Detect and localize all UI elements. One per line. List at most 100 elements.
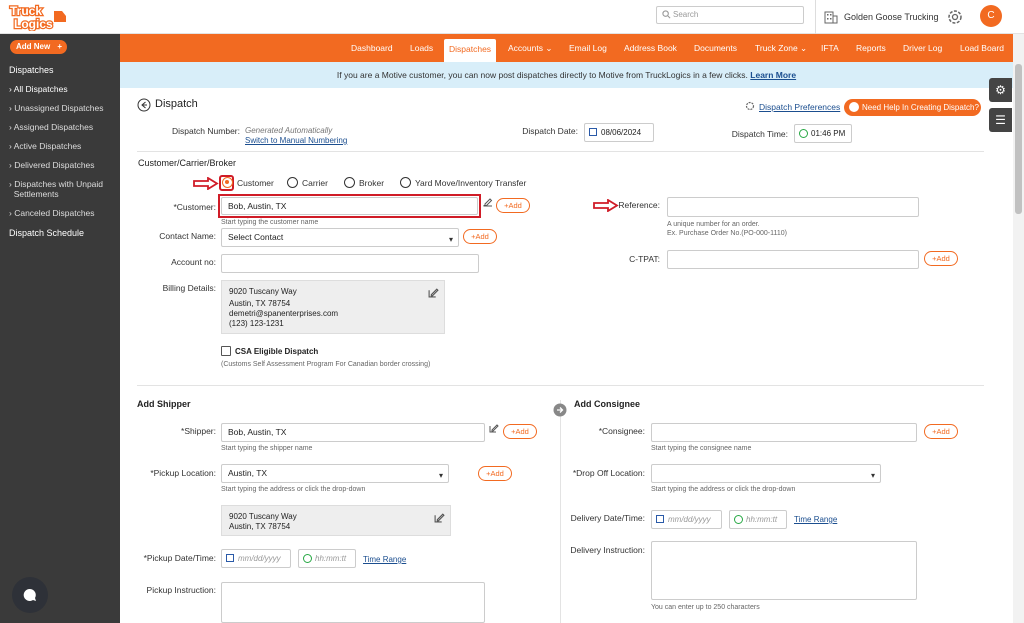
sidebar-item-delivered[interactable]: › Delivered Dispatches [9, 160, 95, 170]
csa-checkbox[interactable] [221, 346, 231, 356]
dispatch-number-label: Dispatch Number: [171, 126, 240, 136]
nav-truck-zone[interactable]: Truck Zone ⌄ [755, 34, 807, 62]
trucklogics-logo[interactable]: Truck Truck Logics Logics [8, 3, 70, 31]
edit-icon[interactable] [483, 197, 493, 207]
dispatch-preferences-link[interactable]: Dispatch Preferences [759, 102, 840, 112]
sidebar-item-dispatch-schedule[interactable]: Dispatch Schedule [9, 228, 84, 238]
radio-carrier[interactable]: Carrier [287, 177, 328, 188]
svg-text:Truck: Truck [10, 4, 42, 18]
radio-label: Broker [359, 177, 385, 188]
add-shipper-title: Add Shipper [137, 399, 191, 409]
nav-driver-log[interactable]: Driver Log [903, 34, 942, 62]
nav-reports[interactable]: Reports [856, 34, 886, 62]
billing-line: 9020 Tuscany Way [229, 287, 297, 296]
help-button[interactable]: Need Help In Creating Dispatch? [844, 99, 981, 116]
customer-input[interactable]: Bob, Austin, TX [221, 197, 478, 215]
consignee-input[interactable] [651, 423, 917, 442]
delivery-instruction-hint: You can enter up to 250 characters [651, 604, 760, 611]
add-ctpat-button[interactable]: +Add [924, 251, 958, 266]
chat-widget-button[interactable] [12, 577, 48, 613]
dispatch-date-input[interactable]: 08/06/2024 [584, 123, 654, 142]
search-input[interactable]: Search [656, 6, 804, 24]
drop-off-location-select[interactable]: ▾ [651, 464, 881, 483]
billing-line: Austin, TX 78754 [229, 299, 291, 308]
nav-documents[interactable]: Documents [694, 34, 737, 62]
radio-yard-move[interactable]: Yard Move/Inventory Transfer [400, 177, 526, 188]
delivery-date-input[interactable]: mm/dd/yyyy [651, 510, 722, 529]
banner-text: If you are a Motive customer, you can no… [336, 70, 748, 80]
radio-circle [400, 177, 411, 188]
account-no-input[interactable] [221, 254, 479, 273]
nav-address-book[interactable]: Address Book [624, 34, 677, 62]
reference-input[interactable] [667, 197, 919, 217]
chevron-down-icon: ▾ [870, 471, 875, 480]
plus-icon: + [57, 42, 62, 51]
sidebar-item-label: Assigned Dispatches [13, 122, 94, 132]
sidebar-item-canceled[interactable]: › Canceled Dispatches [9, 208, 95, 218]
reference-hint: A unique number for an order. [667, 221, 760, 228]
nav-email-log[interactable]: Email Log [569, 34, 607, 62]
nav-ifta[interactable]: IFTA [821, 34, 839, 62]
add-contact-button[interactable]: +Add [463, 229, 497, 244]
switch-manual-numbering-link[interactable]: Switch to Manual Numbering [245, 136, 347, 145]
delivery-instruction-textarea[interactable] [651, 541, 917, 600]
calendar-icon [656, 515, 664, 523]
add-new-button[interactable]: Add New + [10, 40, 67, 54]
sidebar-section-dispatches[interactable]: Dispatches [9, 65, 54, 75]
clock-icon [734, 515, 743, 524]
sidebar-item-unpaid-settlements[interactable]: › Dispatches with Unpaid Settlements [9, 179, 103, 199]
pickup-location-select[interactable]: Austin, TX ▾ [221, 464, 449, 483]
edit-icon[interactable] [489, 423, 499, 433]
add-pickup-location-button[interactable]: +Add [478, 466, 512, 481]
pickup-date-input[interactable]: mm/dd/yyyy [221, 549, 291, 568]
pickup-time-input[interactable]: hh:mm:tt [298, 549, 356, 568]
company-switcher[interactable]: Golden Goose Trucking [815, 0, 939, 34]
pickup-datetime-label: *Pickup Date/Time: [143, 553, 216, 563]
sidebar-item-label: Unassigned Dispatches [14, 103, 104, 113]
gear-icon[interactable] [946, 8, 964, 26]
avatar[interactable]: C [980, 5, 1002, 27]
radio-label: Carrier [302, 177, 328, 188]
add-shipper-button[interactable]: +Add [503, 424, 537, 439]
learn-more-link[interactable]: Learn More [750, 70, 796, 80]
nav-accounts[interactable]: Accounts ⌄ [508, 34, 552, 62]
search-icon [662, 10, 671, 19]
nav-dashboard[interactable]: Dashboard [351, 34, 393, 62]
contact-select[interactable]: Select Contact ▾ [221, 228, 459, 247]
sidebar-item-active[interactable]: › Active Dispatches [9, 141, 81, 151]
add-consignee-button[interactable]: +Add [924, 424, 958, 439]
csa-label: CSA Eligible Dispatch [235, 347, 319, 356]
edit-icon[interactable] [428, 287, 439, 298]
settings-float-icon[interactable]: ⚙ [989, 78, 1012, 102]
pickup-instruction-textarea[interactable] [221, 582, 485, 623]
dispatch-date-label: Dispatch Date: [522, 126, 578, 136]
sidebar-item-unassigned[interactable]: › Unassigned Dispatches [9, 103, 104, 113]
sidebar-item-assigned[interactable]: › Assigned Dispatches [9, 122, 93, 132]
nav-dispatches[interactable]: Dispatches [444, 39, 497, 62]
sidebar-item-all-dispatches[interactable]: › All Dispatches [9, 84, 68, 94]
ctpat-input[interactable] [667, 250, 919, 269]
company-name: Golden Goose Trucking [844, 12, 939, 22]
add-consignee-title: Add Consignee [574, 399, 641, 409]
scrollbar-thumb[interactable] [1015, 64, 1022, 214]
checklist-float-icon[interactable]: ☰ [989, 108, 1012, 132]
pickup-time-range-link[interactable]: Time Range [363, 555, 406, 564]
edit-icon[interactable] [434, 512, 445, 523]
radio-broker[interactable]: Broker [344, 177, 384, 188]
delivery-instruction-label: Delivery Instruction: [570, 545, 645, 555]
divider [137, 151, 984, 152]
motive-banner: If you are a Motive customer, you can no… [120, 62, 1013, 88]
add-customer-button[interactable]: +Add [496, 198, 530, 213]
radio-customer[interactable]: Customer [222, 177, 274, 188]
delivery-datetime-label: Delivery Date/Time: [570, 513, 645, 523]
sidebar: Add New + Dispatches › All Dispatches › U… [0, 34, 120, 623]
drop-off-location-hint: Start typing the address or click the dr… [651, 486, 796, 493]
delivery-time-range-link[interactable]: Time Range [794, 515, 837, 524]
dispatch-time-input[interactable]: 01:46 PM [794, 124, 852, 143]
shipper-input[interactable]: Bob, Austin, TX [221, 423, 485, 442]
consignee-label: *Consignee: [598, 426, 645, 436]
nav-load-board[interactable]: Load Board [960, 34, 1004, 62]
nav-loads[interactable]: Loads [410, 34, 433, 62]
delivery-time-input[interactable]: hh:mm:tt [729, 510, 787, 529]
back-arrow-icon[interactable] [137, 98, 151, 112]
